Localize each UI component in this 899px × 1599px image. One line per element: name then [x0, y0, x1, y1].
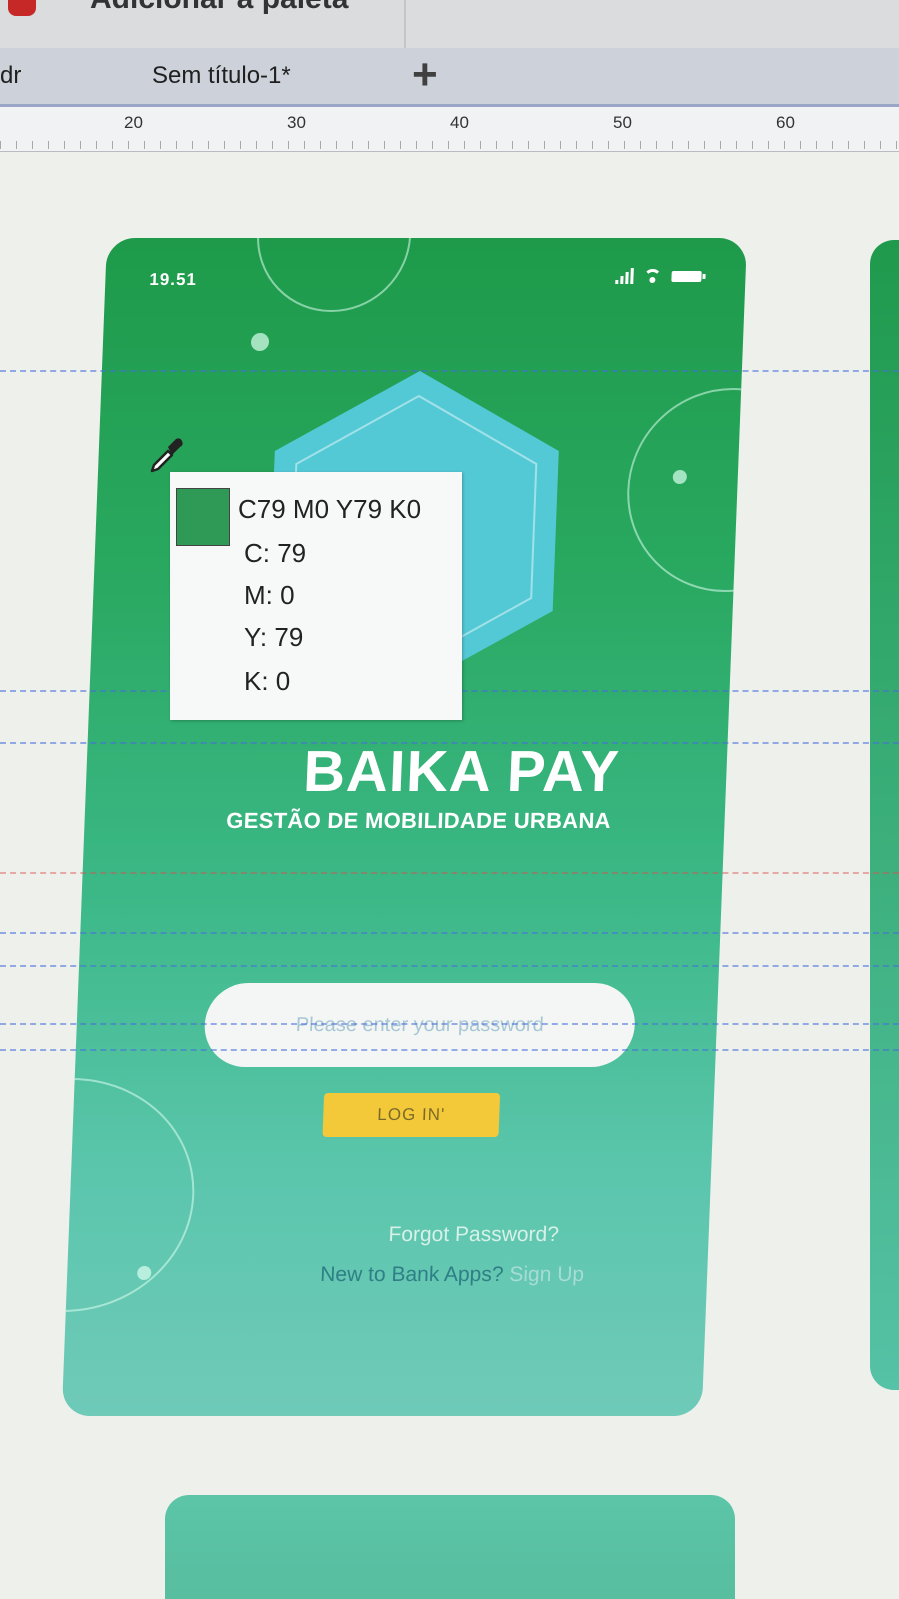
lower-artboard[interactable] [165, 1495, 735, 1599]
horizontal-ruler: 20 30 40 50 60 [0, 107, 899, 152]
guide-line[interactable] [0, 1049, 899, 1051]
decor-dot [250, 333, 270, 351]
app-logo-icon [8, 0, 36, 16]
battery-icon [671, 270, 702, 282]
yellow-value: Y: 79 [244, 622, 304, 652]
decor-ring [254, 238, 415, 312]
brand-title: BAIKA PAY [302, 739, 621, 804]
color-swatch [176, 488, 230, 546]
document-tab-bar: dr Sem título-1* + [0, 48, 899, 107]
tab-sem-titulo[interactable]: Sem título-1* [152, 62, 291, 90]
cyan-value: C: 79 [244, 538, 307, 568]
wifi-icon [643, 269, 662, 283]
add-tab-button[interactable]: + [412, 50, 438, 100]
decor-ring [623, 388, 748, 592]
brand-subtitle: GESTÃO DE MOBILIDADE URBANA [225, 808, 612, 833]
guide-line[interactable] [0, 965, 899, 967]
ruler-mark: 30 [287, 113, 306, 132]
signup-prompt: New to Bank Apps? [319, 1263, 504, 1286]
app-top-strip: Adicionar à paleta [0, 0, 899, 48]
signup-link[interactable]: Sign Up [509, 1263, 585, 1286]
cmyk-summary: C79 M0 Y79 K0 [238, 494, 422, 524]
ruler-mark: 40 [450, 113, 469, 132]
ruler-mark: 50 [613, 113, 632, 132]
status-icons [615, 268, 702, 284]
ruler-ticks [0, 141, 899, 149]
guide-line[interactable] [0, 742, 899, 744]
signal-icon [615, 268, 634, 284]
login-button[interactable]: LOG IN' [322, 1093, 501, 1137]
color-readout-tooltip: C79 M0 Y79 K0 C: 79 M: 0 Y: 79 K: 0 [170, 472, 462, 720]
guide-line[interactable] [0, 1023, 899, 1025]
eyedropper-icon [150, 438, 183, 473]
ruler-mark: 60 [776, 113, 795, 132]
toolbar-divider [404, 0, 406, 48]
signup-row: New to Bank Apps? Sign Up [67, 1263, 708, 1287]
forgot-password-link[interactable]: Forgot Password? [68, 1223, 709, 1247]
guide-line[interactable] [0, 872, 899, 874]
password-input[interactable] [203, 983, 637, 1067]
magenta-value: M: 0 [244, 580, 295, 610]
tab-dr[interactable]: dr [0, 62, 21, 90]
guide-line[interactable] [0, 932, 899, 934]
black-value: K: 0 [244, 666, 291, 696]
adjacent-artboard[interactable] [870, 240, 899, 1390]
window-title: Adicionar à paleta [90, 0, 348, 16]
guide-line[interactable] [0, 370, 899, 372]
ruler-mark: 20 [124, 113, 143, 132]
status-time: 19.51 [149, 270, 198, 289]
login-screen-artboard[interactable]: 19.51 BAIKA PAY GESTÃO DE MOBILIDADE URB… [61, 238, 748, 1416]
